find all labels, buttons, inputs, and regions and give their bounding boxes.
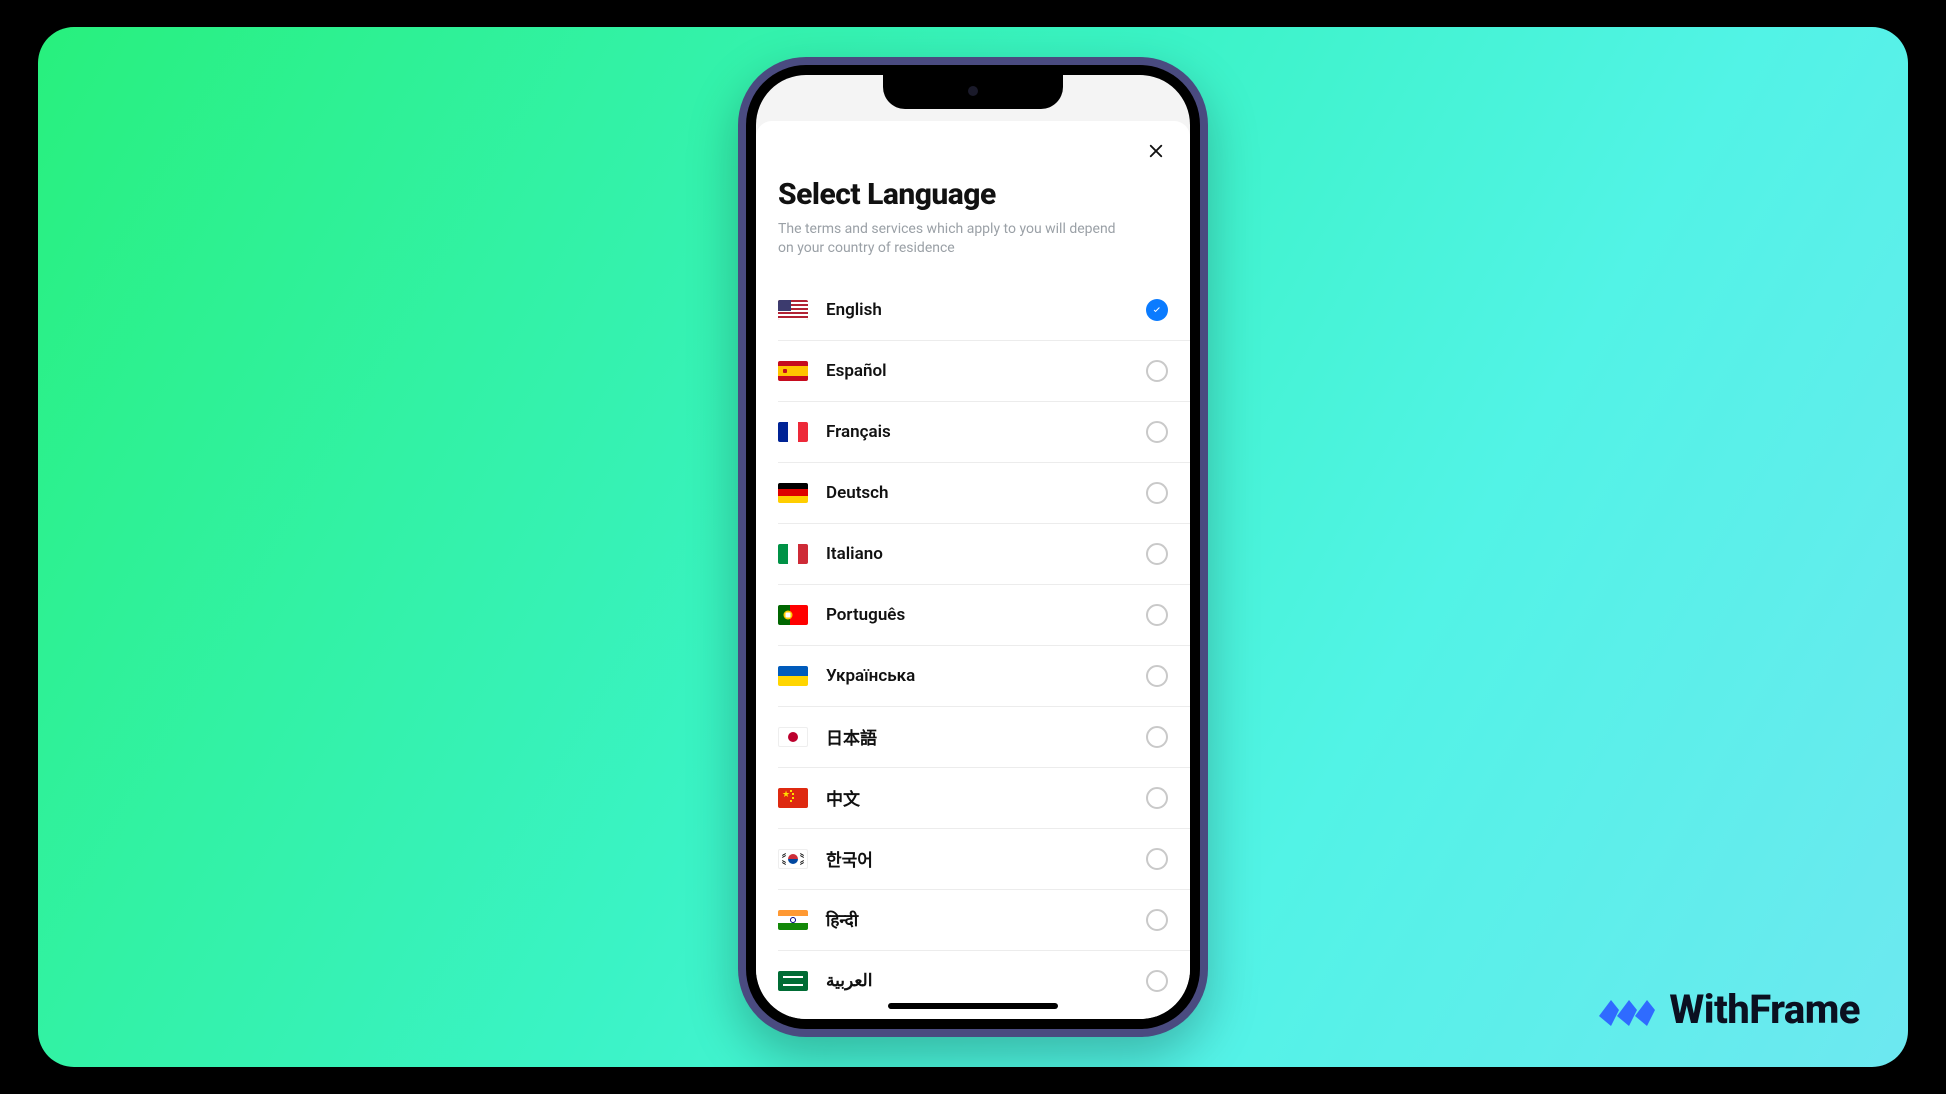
radio-unselected-icon[interactable] bbox=[1146, 970, 1168, 992]
radio-unselected-icon[interactable] bbox=[1146, 909, 1168, 931]
sheet-subtitle: The terms and services which apply to yo… bbox=[778, 220, 1118, 258]
radio-unselected-icon[interactable] bbox=[1146, 482, 1168, 504]
radio-unselected-icon[interactable] bbox=[1146, 726, 1168, 748]
brand: WithFrame bbox=[1599, 986, 1860, 1033]
stage: Select Language The terms and services w… bbox=[0, 0, 1946, 1094]
radio-unselected-icon[interactable] bbox=[1146, 665, 1168, 687]
close-button[interactable] bbox=[1140, 137, 1172, 169]
radio-unselected-icon[interactable] bbox=[1146, 604, 1168, 626]
flag-sa-icon bbox=[778, 971, 808, 991]
language-label: English bbox=[826, 300, 1146, 320]
language-row-it[interactable]: Italiano bbox=[756, 524, 1190, 584]
language-label: Español bbox=[826, 361, 1146, 381]
phone-notch bbox=[883, 75, 1063, 109]
radio-unselected-icon[interactable] bbox=[1146, 543, 1168, 565]
language-row-sa[interactable]: العربية bbox=[756, 951, 1190, 1011]
language-label: 中文 bbox=[826, 785, 1146, 810]
gradient-card: Select Language The terms and services w… bbox=[38, 27, 1908, 1067]
language-row-pt[interactable]: Português bbox=[756, 585, 1190, 645]
radio-selected-icon[interactable] bbox=[1146, 299, 1168, 321]
sheet-header: Select Language The terms and services w… bbox=[756, 121, 1190, 272]
language-row-kr[interactable]: 한국어 bbox=[756, 829, 1190, 889]
radio-unselected-icon[interactable] bbox=[1146, 360, 1168, 382]
language-label: Français bbox=[826, 422, 1146, 442]
flag-de-icon bbox=[778, 483, 808, 503]
language-row-cn[interactable]: ★ 中文 bbox=[756, 768, 1190, 828]
flag-es-icon bbox=[778, 361, 808, 381]
language-row-de[interactable]: Deutsch bbox=[756, 463, 1190, 523]
flag-it-icon bbox=[778, 544, 808, 564]
language-label: 한국어 bbox=[826, 846, 1146, 871]
language-label: Deutsch bbox=[826, 483, 1146, 503]
home-indicator[interactable] bbox=[888, 1003, 1058, 1009]
phone-bezel: Select Language The terms and services w… bbox=[746, 65, 1200, 1029]
flag-cn-icon: ★ bbox=[778, 788, 808, 808]
close-icon bbox=[1147, 142, 1165, 164]
language-row-us[interactable]: English bbox=[756, 280, 1190, 340]
phone-screen: Select Language The terms and services w… bbox=[756, 75, 1190, 1019]
sheet-title: Select Language bbox=[778, 177, 1168, 212]
language-row-es[interactable]: Español bbox=[756, 341, 1190, 401]
flag-ua-icon bbox=[778, 666, 808, 686]
radio-unselected-icon[interactable] bbox=[1146, 787, 1168, 809]
phone-frame: Select Language The terms and services w… bbox=[738, 57, 1208, 1037]
radio-unselected-icon[interactable] bbox=[1146, 848, 1168, 870]
radio-unselected-icon[interactable] bbox=[1146, 421, 1168, 443]
language-label: Italiano bbox=[826, 544, 1146, 564]
language-row-fr[interactable]: Français bbox=[756, 402, 1190, 462]
flag-in-icon bbox=[778, 910, 808, 930]
language-row-in[interactable]: हिन्दी bbox=[756, 890, 1190, 950]
language-label: हिन्दी bbox=[826, 908, 1146, 931]
language-label: العربية bbox=[826, 971, 1146, 991]
flag-jp-icon bbox=[778, 727, 808, 747]
language-label: Українська bbox=[826, 666, 1146, 686]
language-row-ua[interactable]: Українська bbox=[756, 646, 1190, 706]
flag-us-icon bbox=[778, 300, 808, 320]
language-row-jp[interactable]: 日本語 bbox=[756, 707, 1190, 767]
language-list[interactable]: English Español Français Deutsch Italiano Por… bbox=[756, 272, 1190, 1019]
language-label: Português bbox=[826, 605, 1146, 625]
brand-logo-icon bbox=[1599, 988, 1657, 1032]
flag-fr-icon bbox=[778, 422, 808, 442]
language-label: 日本語 bbox=[826, 724, 1146, 749]
language-sheet: Select Language The terms and services w… bbox=[756, 121, 1190, 1019]
flag-pt-icon bbox=[778, 605, 808, 625]
brand-name: WithFrame bbox=[1669, 986, 1860, 1033]
flag-kr-icon bbox=[778, 849, 808, 869]
